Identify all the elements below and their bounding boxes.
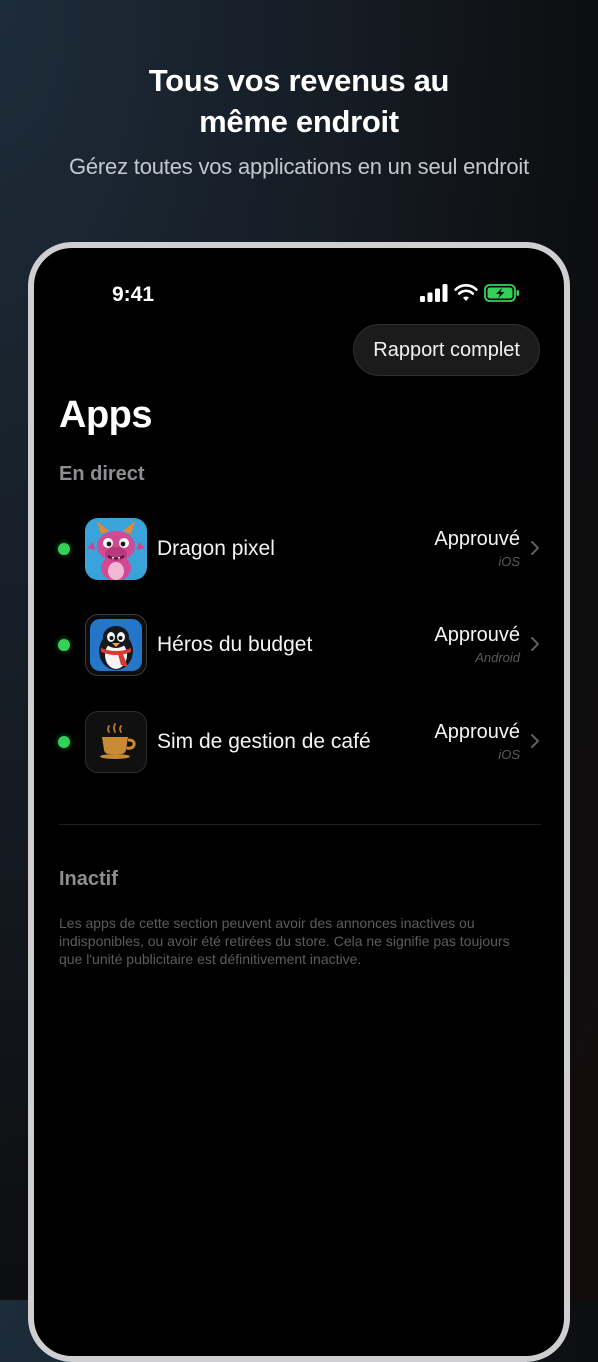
chevron-right-icon	[531, 637, 539, 651]
app-platform: Android	[475, 650, 520, 665]
battery-charging-icon	[484, 284, 519, 302]
app-row-heros-du-budget[interactable]: Héros du budget Approuvé Android	[34, 614, 564, 676]
inactive-section-title: Inactif	[59, 868, 118, 890]
app-platform: iOS	[498, 554, 520, 569]
promo-subheadline: Gérez toutes vos applications en un seul…	[68, 154, 530, 179]
app-approval-status: Approuvé	[434, 624, 520, 646]
live-status-dot	[58, 543, 70, 555]
section-divider	[59, 824, 541, 825]
app-name: Dragon pixel	[157, 537, 275, 560]
promo-headline-line1: Tous vos revenus au	[148, 63, 450, 98]
penguin-app-icon	[85, 614, 147, 676]
app-approval-status: Approuvé	[434, 721, 520, 743]
chevron-right-icon	[531, 734, 539, 748]
status-icons	[420, 283, 520, 303]
app-name: Sim de gestion de café	[157, 730, 371, 753]
app-platform: iOS	[498, 747, 520, 762]
live-status-dot	[58, 639, 70, 651]
status-time: 9:41	[112, 283, 155, 306]
live-status-dot	[58, 736, 70, 748]
chevron-right-icon	[531, 541, 539, 555]
page-title: Apps	[59, 394, 153, 436]
dragon-app-icon	[85, 518, 147, 580]
live-section-title: En direct	[59, 463, 145, 485]
inactive-section-note: Les apps de cette section peuvent avoir …	[59, 915, 510, 967]
phone-frame: 9:41 Rapport complet Apps En direct Drag…	[28, 242, 570, 1362]
app-approval-status: Approuvé	[434, 528, 520, 550]
cellular-signal-icon	[420, 284, 448, 302]
app-name: Héros du budget	[157, 633, 313, 656]
promo-headline: Tous vos revenus au même endroit	[0, 60, 598, 142]
promo-headline-line2: même endroit	[199, 104, 399, 139]
coffee-cup-app-icon	[85, 711, 147, 773]
app-row-sim-de-gestion-de-cafe[interactable]: Sim de gestion de café Approuvé iOS	[34, 711, 564, 773]
wifi-icon	[454, 284, 478, 301]
full-report-button[interactable]: Rapport complet	[353, 324, 540, 376]
app-row-dragon-pixel[interactable]: Dragon pixel Approuvé iOS	[34, 518, 564, 580]
